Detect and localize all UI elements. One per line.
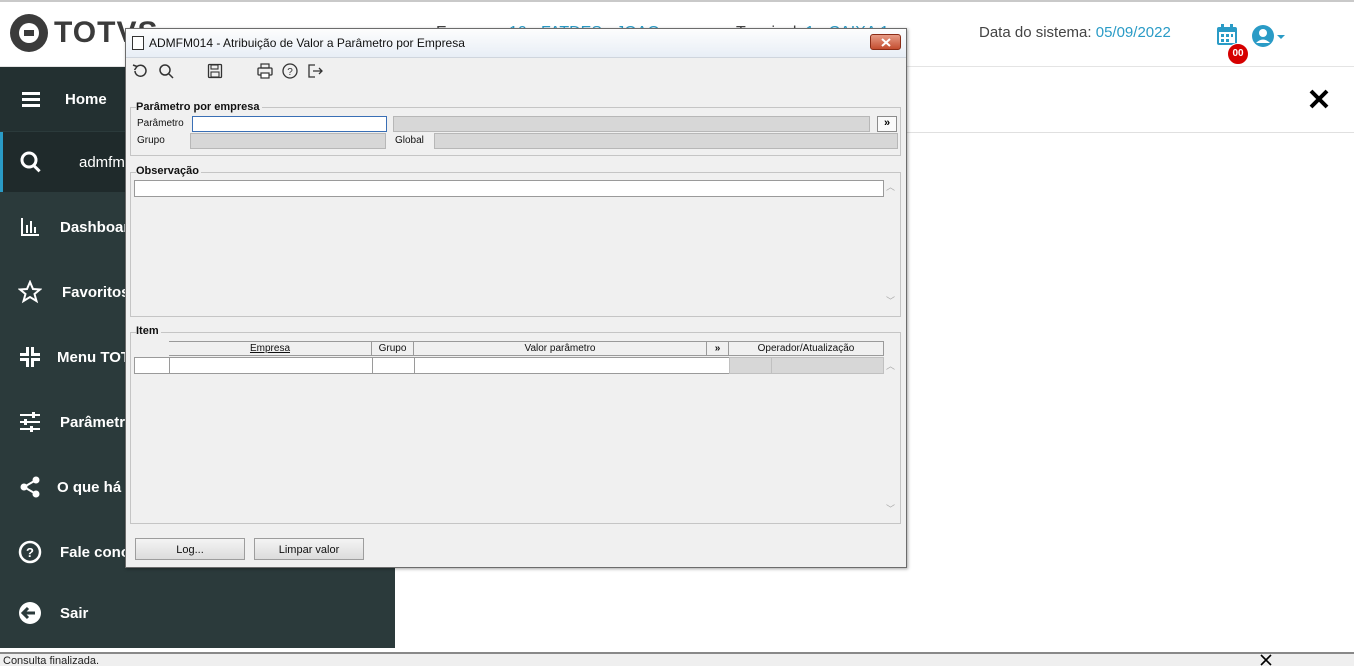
dialog-title: ADMFM014 - Atribuição de Valor a Parâmet… [149,36,465,50]
grid-cell-valor[interactable] [414,357,730,374]
status-text: Consulta finalizada. [3,655,100,666]
undo-icon[interactable] [131,62,149,80]
exit-icon [19,602,41,624]
status-bar: Consulta finalizada. [0,652,1354,666]
date-value: 05/09/2022 [1095,24,1171,41]
parameter-dialog: ADMFM014 - Atribuição de Valor a Parâmet… [125,28,907,568]
clear-value-button[interactable]: Limpar valor [254,538,364,560]
exit-icon[interactable] [306,62,324,80]
column-more-button[interactable]: » [707,341,729,356]
grid-cell-operador [729,357,772,374]
print-icon[interactable] [256,62,274,80]
parameter-code-input[interactable] [192,116,387,132]
date-label: Data do sistema: [979,24,1092,41]
column-label: Grupo [378,343,407,354]
grid-cell-atualizacao [771,357,884,374]
document-icon [132,36,144,50]
parameter-more-button[interactable]: » [877,116,897,132]
sidebar-item-label: Favoritos [62,283,130,301]
group-field [190,133,386,149]
search-icon [20,151,41,173]
scroll-down-icon[interactable]: ﹀ [886,502,895,515]
grid-cell-empresa[interactable] [169,357,373,374]
notification-badge[interactable]: 00 [1227,43,1249,65]
sidebar-item-sair[interactable]: Sair [0,581,395,645]
column-empresa[interactable]: Empresa [169,341,372,356]
dialog-toolbar: ? [126,58,906,84]
scroll-down-icon[interactable]: ﹀ [886,294,895,307]
help-icon[interactable]: ? [281,62,299,80]
parameter-label: Parâmetro [137,118,184,129]
logo-mark-icon [10,14,48,52]
dialog-close-button[interactable] [870,34,901,50]
column-label: Valor parâmetro [524,343,596,354]
svg-text:?: ? [287,67,293,78]
column-valor-parametro[interactable]: Valor parâmetro [414,341,707,356]
status-close-icon[interactable] [1260,654,1272,666]
system-date: Data do sistema: 05/09/2022 [979,24,1171,41]
save-icon[interactable] [206,62,224,80]
sidebar-item-label: Sair [60,604,89,622]
observation-group-title: Observação [136,165,201,177]
item-group-title: Item [136,325,161,337]
search-input[interactable]: admfm [79,154,125,171]
scroll-up-icon[interactable]: ︿ [886,359,895,372]
parameter-group-title: Parâmetro por empresa [136,101,262,113]
parameter-description-field [393,116,870,132]
global-field [434,133,898,149]
observation-input[interactable] [134,180,884,197]
user-avatar-icon[interactable] [1251,24,1285,48]
share-icon [20,476,40,498]
close-icon [881,38,891,47]
scroll-up-icon[interactable]: ︿ [886,180,895,193]
sliders-icon [20,412,40,432]
svg-text:?: ? [26,545,34,560]
help-icon: ? [18,540,42,564]
chart-icon [21,218,39,236]
column-label: » [714,343,721,354]
dialog-titlebar[interactable]: ADMFM014 - Atribuição de Valor a Parâmet… [126,29,906,58]
log-button[interactable]: Log... [135,538,245,560]
menu-icon [22,92,40,107]
star-icon [18,280,42,304]
search-icon[interactable] [157,62,175,80]
column-grupo[interactable]: Grupo [372,341,414,356]
compress-icon [20,347,40,367]
column-label: Empresa [249,343,290,354]
grid-row-selector[interactable] [134,357,170,374]
close-icon[interactable] [1308,88,1330,110]
sidebar-item-label: Home [65,90,107,108]
column-operador[interactable]: Operador/Atualização [729,341,884,356]
global-label: Global [395,135,424,146]
grid-cell-grupo[interactable] [372,357,415,374]
group-label: Grupo [137,135,165,146]
column-label: Operador/Atualização [757,343,855,354]
